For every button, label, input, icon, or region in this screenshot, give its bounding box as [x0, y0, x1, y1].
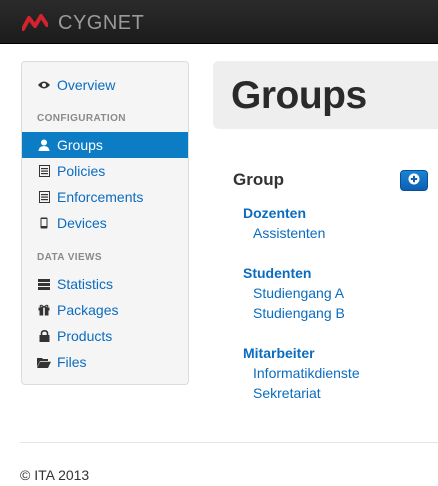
sidebar-item-packages[interactable]: Packages — [22, 297, 188, 323]
page-title: Groups — [231, 74, 367, 117]
sidebar-item-label: Packages — [57, 302, 119, 318]
eye-icon — [37, 78, 51, 92]
add-group-button[interactable] — [400, 170, 428, 191]
sidebar-item-label: Products — [57, 328, 113, 344]
group-link-informatikdienste[interactable]: Informatikdienste — [253, 365, 360, 381]
sidebar: Overview CONFIGURATION Groups Policies E… — [21, 61, 189, 385]
group-link-sekretariat[interactable]: Sekretariat — [253, 385, 321, 401]
sidebar-item-groups[interactable]: Groups — [22, 132, 188, 158]
stack-icon — [37, 277, 51, 291]
mobile-icon — [37, 216, 51, 230]
page-header: Groups — [213, 61, 438, 129]
lock-icon — [37, 329, 51, 343]
sidebar-item-files[interactable]: Files — [22, 349, 188, 375]
configuration-header: CONFIGURATION — [37, 113, 126, 124]
user-icon — [37, 138, 51, 152]
sidebar-item-label: Overview — [57, 77, 116, 93]
app-name: CYGNET — [58, 11, 145, 34]
sidebar-item-label: Files — [57, 354, 87, 370]
sidebar-item-label: Statistics — [57, 276, 114, 292]
footer-copyright: © ITA 2013 — [20, 467, 90, 483]
group-link-studenten[interactable]: Studenten — [243, 265, 311, 281]
group-link-dozenten[interactable]: Dozenten — [243, 205, 306, 221]
plus-circle-icon — [408, 172, 420, 190]
sidebar-item-label: Groups — [57, 137, 103, 153]
cygnet-logo-icon — [21, 13, 49, 33]
footer-divider — [20, 442, 438, 443]
top-navbar: CYGNET — [0, 0, 438, 44]
sidebar-item-products[interactable]: Products — [22, 323, 188, 349]
group-link-assistenten[interactable]: Assistenten — [253, 225, 325, 241]
group-link-studiengang-a[interactable]: Studiengang A — [253, 285, 344, 301]
folder-open-icon — [37, 355, 51, 369]
sidebar-item-label: Enforcements — [57, 189, 144, 205]
group-link-mitarbeiter[interactable]: Mitarbeiter — [243, 345, 315, 361]
sidebar-item-devices[interactable]: Devices — [22, 210, 188, 236]
sidebar-item-label: Policies — [57, 163, 106, 179]
list-icon — [37, 190, 51, 204]
group-link-studiengang-b[interactable]: Studiengang B — [253, 305, 345, 321]
list-icon — [37, 164, 51, 178]
sidebar-item-label: Devices — [57, 215, 107, 231]
sidebar-item-policies[interactable]: Policies — [22, 158, 188, 184]
sidebar-item-statistics[interactable]: Statistics — [22, 271, 188, 297]
brand[interactable]: CYGNET — [21, 11, 145, 35]
section-title: Group — [233, 170, 284, 189]
data-views-header: DATA VIEWS — [37, 252, 102, 263]
sidebar-item-enforcements[interactable]: Enforcements — [22, 184, 188, 210]
sidebar-item-overview[interactable]: Overview — [22, 72, 188, 98]
gift-icon — [37, 303, 51, 317]
